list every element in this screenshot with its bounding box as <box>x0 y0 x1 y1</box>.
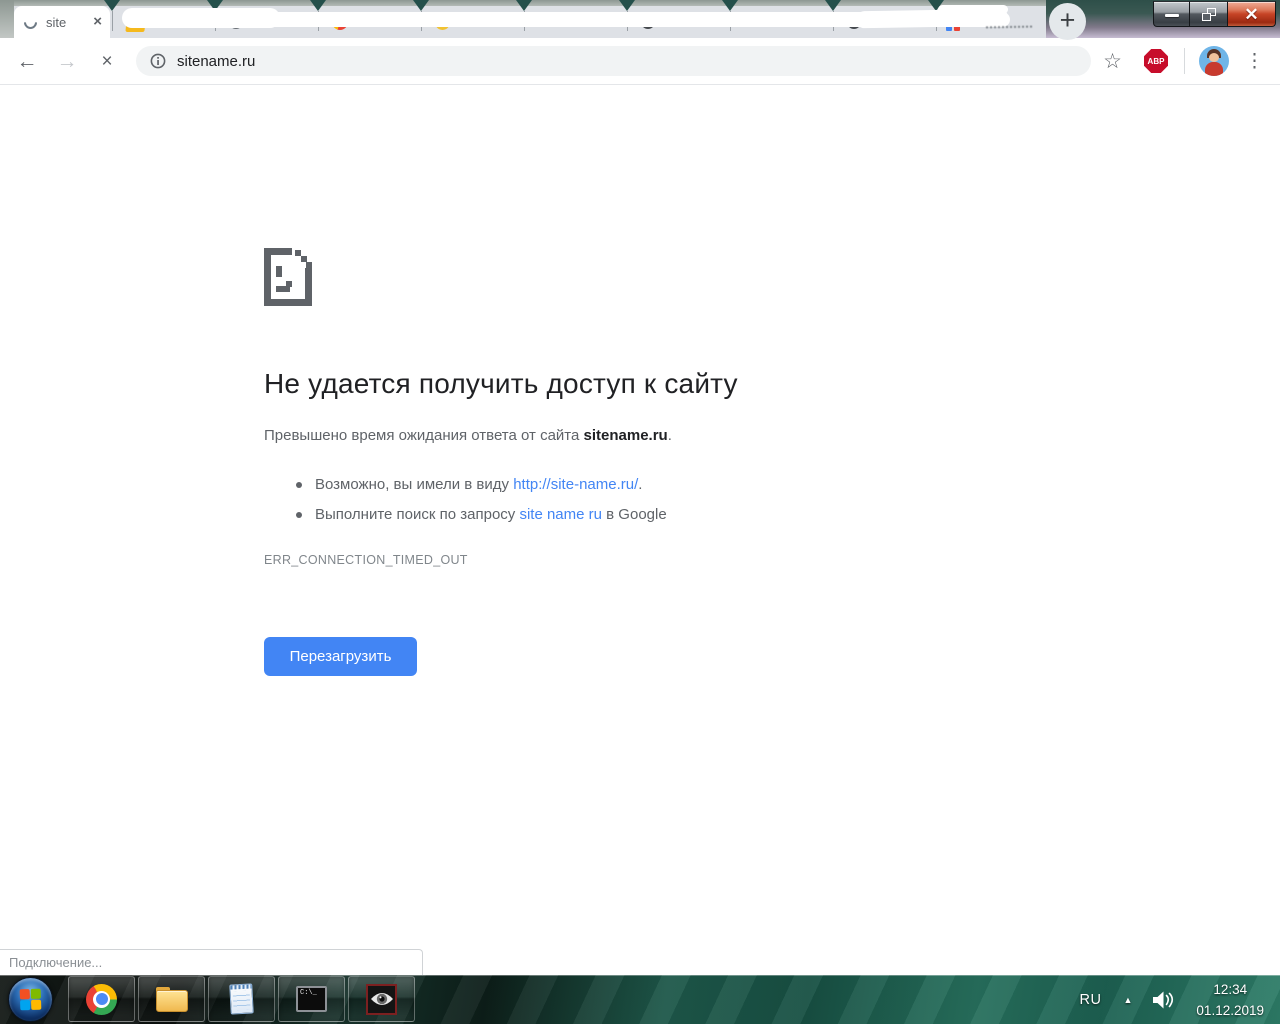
tab-strip: Я site × + ✕ <box>0 0 1280 38</box>
window-controls: ✕ <box>1153 1 1276 27</box>
error-description-text: Превышено время ожидания ответа от сайта <box>264 427 584 444</box>
clock[interactable]: 12:34 01.12.2019 <box>1196 979 1264 1021</box>
restore-icon <box>1202 8 1216 21</box>
error-title: Не удается получить доступ к сайту <box>264 368 984 400</box>
suggestion-suffix: в Google <box>602 506 667 523</box>
hidden-icons-chevron[interactable]: ▲ <box>1124 995 1133 1005</box>
address-bar[interactable]: sitename.ru <box>136 46 1091 76</box>
sad-page-icon <box>264 248 312 306</box>
screen: Я site × + ✕ ← → × <box>0 0 1280 1024</box>
frame-triangle <box>825 0 841 11</box>
tab-close-icon[interactable]: × <box>93 15 102 29</box>
eye-icon <box>366 984 397 1015</box>
volume-icon[interactable] <box>1152 991 1174 1009</box>
suggestion-list: Возможно, вы имели в виду http://site-na… <box>264 470 984 530</box>
censor-blur <box>938 5 1008 14</box>
frame-triangle <box>722 0 738 11</box>
browser-menu-icon[interactable]: ⋮ <box>1245 50 1264 73</box>
system-tray: RU ▲ 12:34 01.12.2019 <box>1080 975 1280 1024</box>
restore-button[interactable] <box>1190 1 1227 27</box>
taskbar-notepad-button[interactable] <box>208 976 275 1022</box>
taskbar-eye-app-button[interactable] <box>348 976 415 1022</box>
loading-spinner-icon <box>21 13 39 31</box>
back-button[interactable]: ← <box>14 51 40 72</box>
taskbar-chrome-button[interactable] <box>68 976 135 1022</box>
toolbar-divider <box>1184 48 1185 74</box>
taskbar-apps: C:\_ <box>68 976 415 1023</box>
error-domain: sitename.ru <box>584 427 668 444</box>
minimize-button[interactable] <box>1153 1 1190 27</box>
forward-button: → <box>54 51 80 72</box>
avatar-body <box>1205 62 1223 76</box>
minimize-icon <box>1165 14 1179 17</box>
error-description-period: . <box>668 427 672 444</box>
reload-button[interactable]: Перезагрузить <box>264 637 417 676</box>
taskbar: C:\_ RU ▲ <box>0 975 1280 1024</box>
suggestion-link[interactable]: site name ru <box>519 506 602 523</box>
page-info-icon[interactable] <box>150 53 166 69</box>
adblock-plus-icon[interactable]: ABP <box>1144 49 1168 73</box>
frame-triangle <box>619 0 635 11</box>
stop-loading-button[interactable]: × <box>94 52 120 71</box>
frame-triangle <box>310 0 326 11</box>
language-indicator[interactable]: RU <box>1080 992 1102 1008</box>
command-prompt-icon: C:\_ <box>296 986 327 1012</box>
start-button[interactable] <box>8 977 53 1022</box>
avatar-face <box>1209 53 1219 62</box>
notepad-icon <box>229 983 254 1014</box>
taskbar-explorer-button[interactable] <box>138 976 205 1022</box>
suggestion-prefix: Возможно, вы имели в виду <box>315 476 513 493</box>
new-tab-button[interactable]: + <box>1049 3 1086 40</box>
error-content: Не удается получить доступ к сайту Превы… <box>264 248 984 676</box>
suggestion-link[interactable]: http://site-name.ru/ <box>513 476 638 493</box>
active-tab[interactable]: site × <box>14 6 110 38</box>
close-icon: ✕ <box>1244 6 1258 23</box>
tab-divider <box>112 11 113 31</box>
suggestion-item: Возможно, вы имели в виду http://site-na… <box>264 470 984 500</box>
clock-time: 12:34 <box>1213 982 1247 997</box>
bookmark-star-icon[interactable]: ☆ <box>1103 49 1122 74</box>
url-text[interactable]: sitename.ru <box>177 53 255 70</box>
error-description: Превышено время ожидания ответа от сайта… <box>264 427 984 444</box>
frame-triangle <box>516 0 532 11</box>
suggestion-item: Выполните поиск по запросу site name ru … <box>264 500 984 530</box>
frame-triangle <box>413 0 429 11</box>
error-code: ERR_CONNECTION_TIMED_OUT <box>264 553 984 567</box>
page-content: Не удается получить доступ к сайту Превы… <box>0 86 1280 975</box>
window-frame-left <box>0 0 14 38</box>
suggestion-suffix: . <box>638 476 642 493</box>
censored-tab-text <box>986 22 1032 29</box>
profile-avatar[interactable] <box>1199 46 1229 76</box>
clock-date: 01.12.2019 <box>1196 1003 1264 1018</box>
taskbar-cmd-button[interactable]: C:\_ <box>278 976 345 1022</box>
suggestion-prefix: Выполните поиск по запросу <box>315 506 519 523</box>
windows-logo-icon <box>20 989 42 1011</box>
close-button[interactable]: ✕ <box>1227 1 1276 27</box>
active-tab-title: site <box>46 15 89 30</box>
status-bar: Подключение... <box>0 949 423 975</box>
chrome-icon <box>86 984 117 1015</box>
browser-toolbar: ← → × sitename.ru ☆ ABP ⋮ <box>0 38 1280 85</box>
folder-icon <box>156 987 188 1012</box>
